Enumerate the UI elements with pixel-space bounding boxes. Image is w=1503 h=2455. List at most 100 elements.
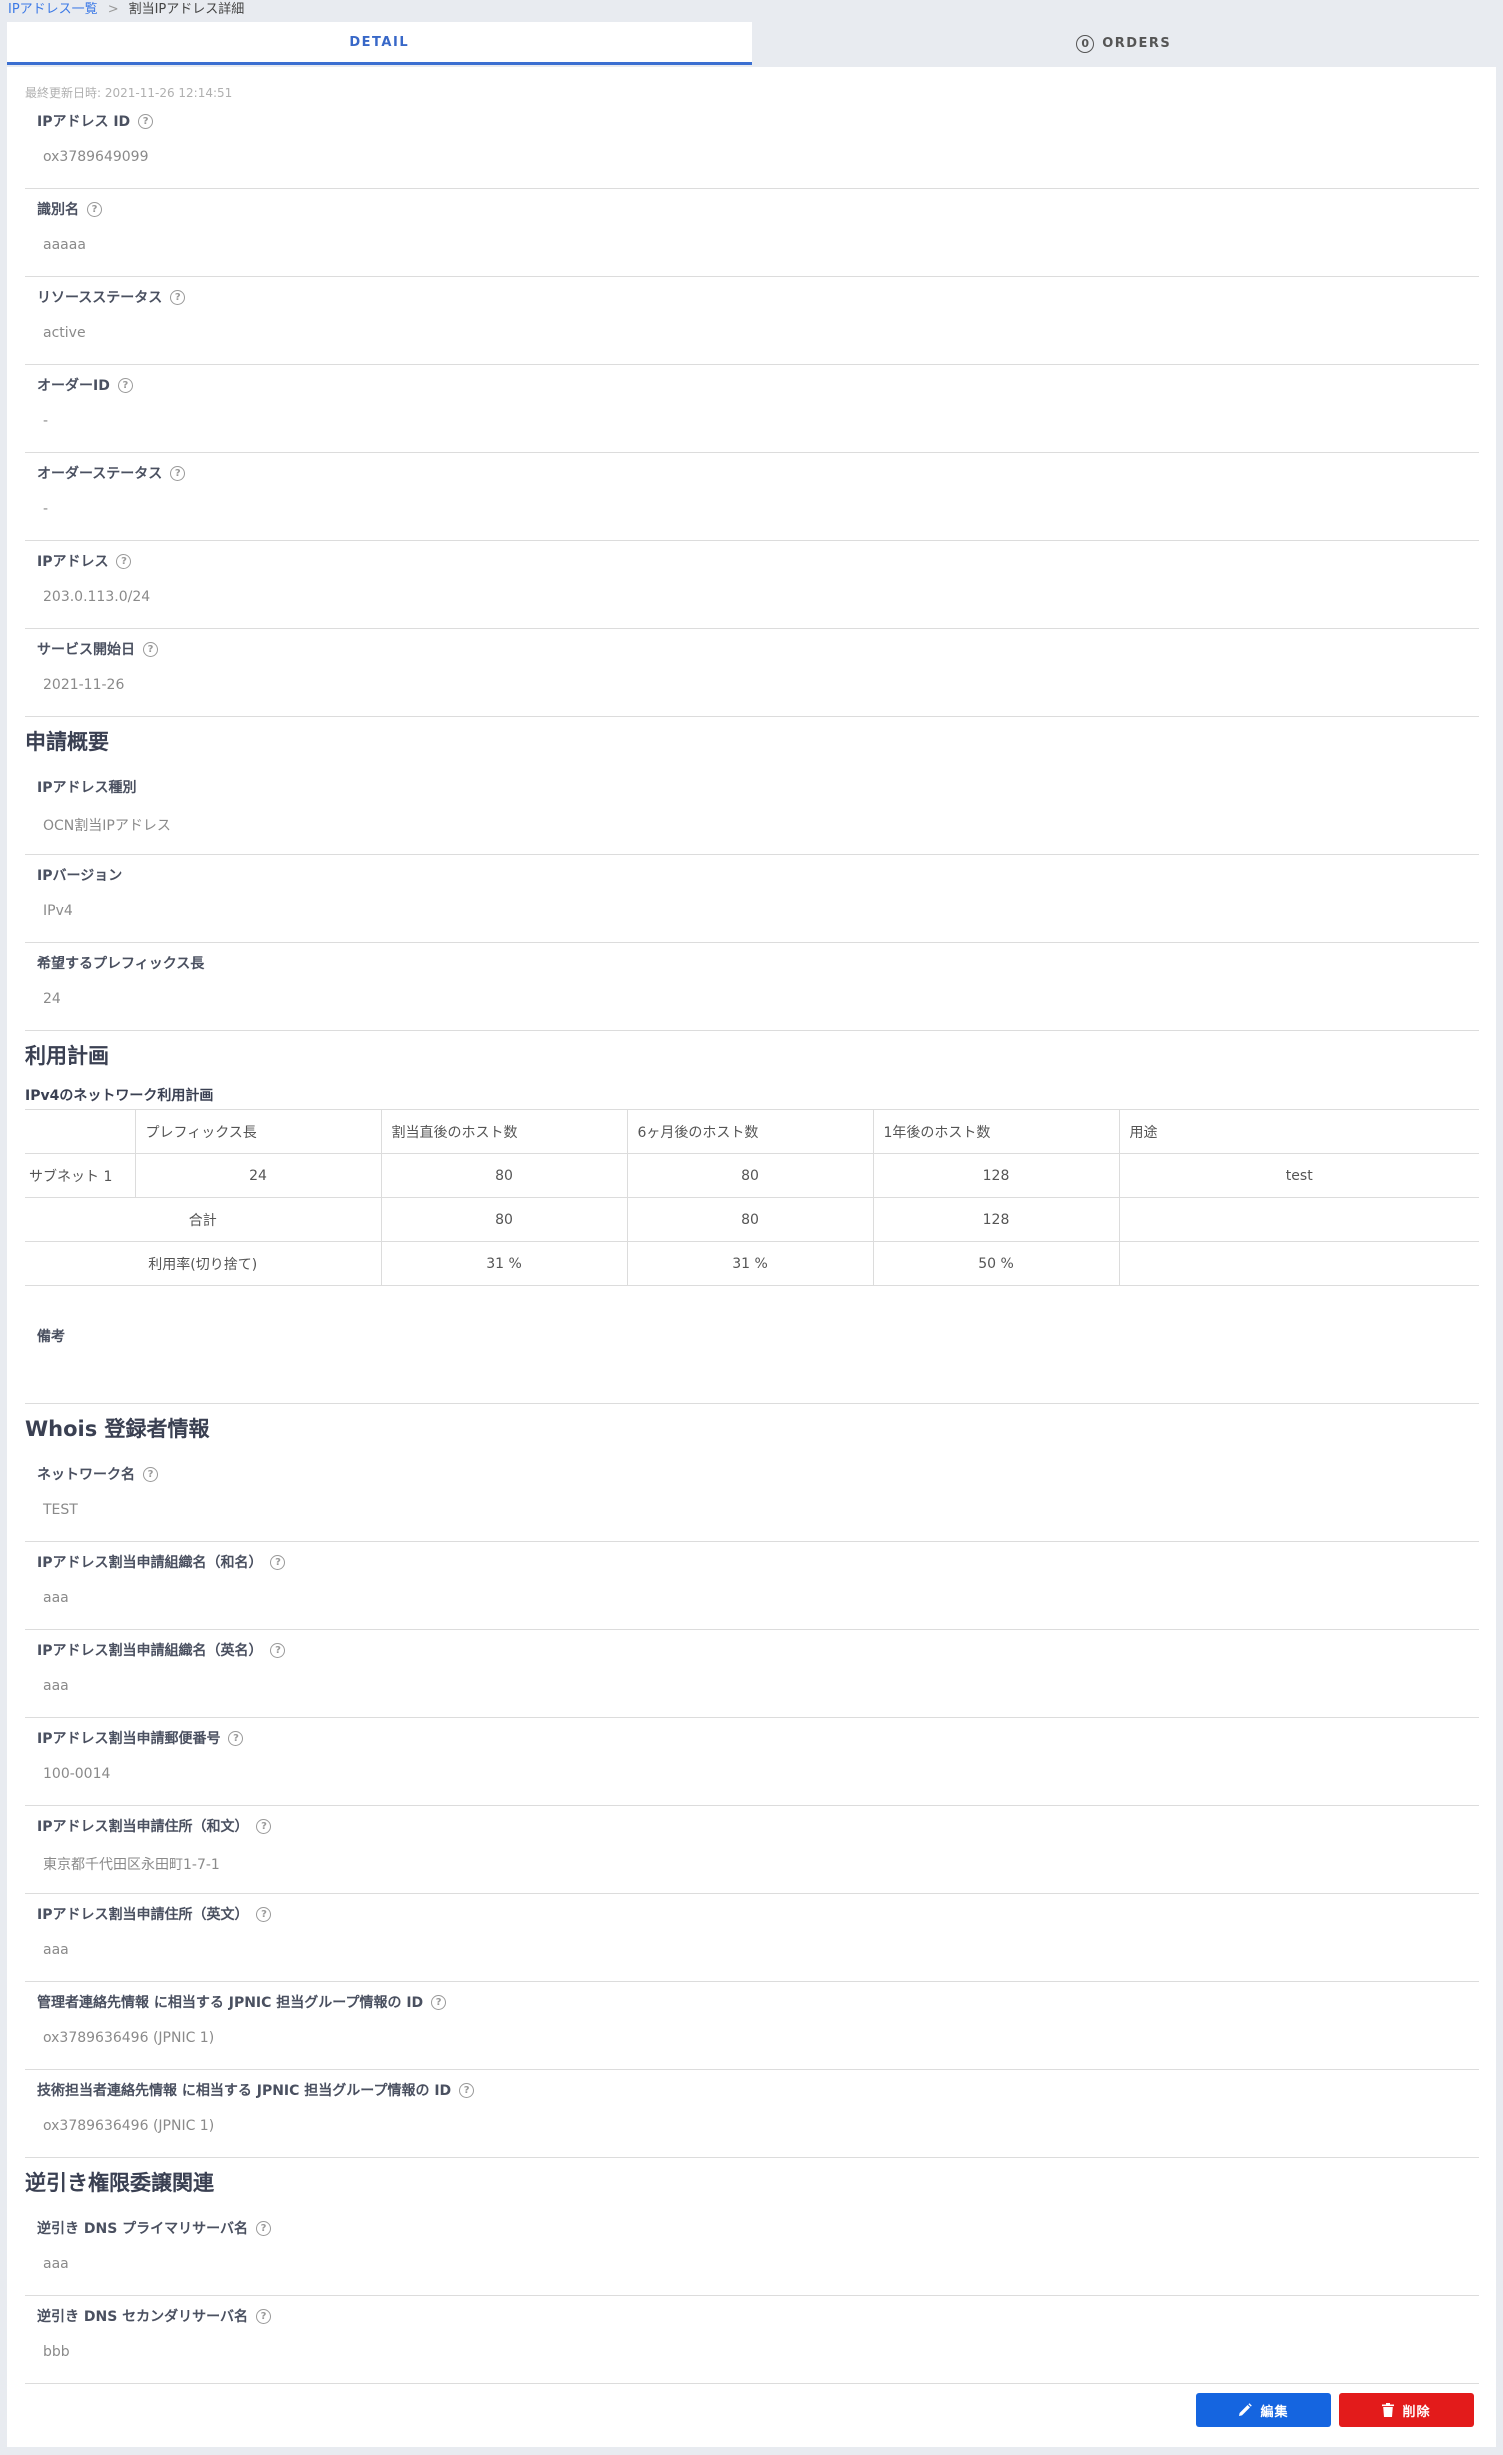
table-cell: 128 (872, 1197, 1119, 1242)
help-icon[interactable]: ? (256, 2220, 272, 2236)
tab-bar: DETAIL 0 ORDERS (7, 22, 1496, 65)
table-cell: 24 (134, 1153, 381, 1198)
help-icon[interactable]: ? (459, 2082, 475, 2098)
table-cell: 80 (380, 1197, 627, 1242)
tab-orders-label: ORDERS (1102, 36, 1172, 51)
field-label: サービス開始日 (37, 642, 135, 658)
field-value: aaa (43, 1678, 69, 1694)
field-label: オーダーステータス (37, 466, 163, 482)
help-icon[interactable]: ? (143, 641, 158, 657)
table-row-subnet: サブネット 1 24 80 80 128 test (25, 1153, 1479, 1198)
breadcrumb-separator: > (107, 2, 119, 17)
field-value: aaaaa (43, 237, 86, 253)
tab-detail-label: DETAIL (349, 34, 410, 50)
network-plan-table: プレフィックス長 割当直後のホスト数 6ヶ月後のホスト数 1年後のホスト数 用途… (25, 1109, 1479, 1286)
field-label: IPアドレス割当申請住所（英文） (37, 1907, 249, 1923)
field-tech-contact-id: 技術担当者連絡先情報 に相当する JPNIC 担当グループ情報の ID? ox3… (25, 2070, 1479, 2158)
trash-icon (1382, 2403, 1395, 2417)
field-value: TEST (43, 1502, 78, 1518)
field-value: - (43, 501, 49, 517)
field-value: 203.0.113.0/24 (43, 589, 151, 605)
field-value: - (43, 413, 49, 429)
table-cell: 80 (626, 1153, 873, 1198)
plan-subtitle: IPv4のネットワーク利用計画 (25, 1088, 214, 1104)
field-ip-address-id: IPアドレス ID? ox3789649099 (25, 101, 1479, 189)
field-value: active (43, 325, 86, 341)
field-ip-version: IPバージョン IPv4 (25, 855, 1479, 943)
help-icon[interactable]: ? (270, 1642, 286, 1658)
table-cell: 50 % (872, 1241, 1119, 1286)
field-label: IPアドレス種別 (37, 780, 137, 796)
field-value: OCN割当IPアドレス (43, 818, 171, 834)
delete-button[interactable]: 削除 (1339, 2393, 1474, 2427)
field-org-name-jp: IPアドレス割当申請組織名（和名）? aaa (25, 1542, 1479, 1630)
section-title-whois: Whois 登録者情報 (25, 1417, 210, 1441)
section-title-plan: 利用計画 (25, 1044, 109, 1068)
help-icon[interactable]: ? (116, 553, 132, 569)
field-label: 技術担当者連絡先情報 に相当する JPNIC 担当グループ情報の ID (37, 2083, 452, 2099)
field-label: IPアドレス割当申請郵便番号 (37, 1731, 221, 1747)
table-row-utilization: 利用率(切り捨て) 31 % 31 % 50 % (25, 1241, 1479, 1286)
field-label: IPアドレス割当申請組織名（英名） (37, 1643, 263, 1659)
section-title-delegation: 逆引き権限委譲関連 (25, 2171, 214, 2195)
field-value: aaa (43, 2256, 69, 2272)
help-icon[interactable]: ? (256, 1906, 272, 1922)
tab-orders[interactable]: 0 ORDERS (751, 22, 1496, 65)
field-address-en: IPアドレス割当申請住所（英文）? aaa (25, 1894, 1479, 1982)
field-value: ox3789636496 (JPNIC 1) (43, 2030, 215, 2046)
field-address-jp: IPアドレス割当申請住所（和文）? 東京都千代田区永田町1-7-1 (25, 1806, 1479, 1894)
field-value: IPv4 (43, 903, 73, 919)
help-icon[interactable]: ? (138, 113, 154, 129)
tab-detail[interactable]: DETAIL (7, 22, 752, 65)
basic-fields: IPアドレス ID? ox3789649099 識別名? aaaaa リソースス… (25, 101, 1479, 717)
field-service-start-date: サービス開始日? 2021-11-26 (25, 629, 1479, 717)
field-org-name-en: IPアドレス割当申請組織名（英名）? aaa (25, 1630, 1479, 1718)
row-label: サブネット 1 (25, 1153, 135, 1198)
detail-content: 最終更新日時: 2021-11-26 12:14:51 IPアドレス ID? o… (25, 67, 1479, 2384)
help-icon[interactable]: ? (256, 1818, 272, 1834)
field-ip-address-type: IPアドレス種別 OCN割当IPアドレス (25, 767, 1479, 855)
edit-button[interactable]: 編集 (1196, 2393, 1331, 2427)
field-label: IPバージョン (37, 868, 123, 884)
field-dns-secondary: 逆引き DNS セカンダリサーバ名? bbb (25, 2296, 1479, 2384)
field-label: 備考 (37, 1329, 65, 1345)
pencil-icon (1239, 2403, 1253, 2416)
row-label: 利用率(切り捨て) (25, 1241, 381, 1286)
table-cell: test (1118, 1153, 1479, 1198)
field-label: ネットワーク名 (37, 1467, 135, 1483)
field-label: 管理者連絡先情報 に相当する JPNIC 担当グループ情報の ID (37, 1995, 424, 2011)
field-admin-contact-id: 管理者連絡先情報 に相当する JPNIC 担当グループ情報の ID? ox378… (25, 1982, 1479, 2070)
table-cell: 31 % (626, 1241, 873, 1286)
last-updated: 最終更新日時: 2021-11-26 12:14:51 (25, 86, 233, 100)
field-value: ox3789636496 (JPNIC 1) (43, 2118, 215, 2134)
field-label: 識別名 (37, 202, 79, 218)
field-value: aaa (43, 1590, 69, 1606)
field-value: aaa (43, 1942, 69, 1958)
field-network-name: ネットワーク名? TEST (25, 1454, 1479, 1542)
delete-button-label: 削除 (1402, 2404, 1431, 2420)
field-identifier-name: 識別名? aaaaa (25, 189, 1479, 277)
field-value: ox3789649099 (43, 149, 149, 165)
field-ip-address: IPアドレス? 203.0.113.0/24 (25, 541, 1479, 629)
field-label: 希望するプレフィックス長 (37, 956, 205, 972)
field-label: 逆引き DNS プライマリサーバ名 (37, 2221, 249, 2237)
field-label: 逆引き DNS セカンダリサーバ名 (37, 2309, 249, 2325)
help-icon[interactable]: ? (228, 1730, 244, 1746)
help-icon[interactable]: ? (170, 289, 186, 305)
help-icon[interactable]: ? (87, 201, 102, 217)
column-header: 割当直後のホスト数 (380, 1109, 627, 1154)
field-label: IPアドレス (37, 554, 109, 570)
help-icon[interactable]: ? (431, 1994, 447, 2010)
breadcrumb: IPアドレス一覧 > 割当IPアドレス詳細 (8, 0, 244, 20)
field-postal-code: IPアドレス割当申請郵便番号? 100-0014 (25, 1718, 1479, 1806)
field-resource-status: リソースステータス? active (25, 277, 1479, 365)
breadcrumb-ip-list-link[interactable]: IPアドレス一覧 (8, 0, 98, 20)
help-icon[interactable]: ? (117, 377, 133, 393)
table-cell: 31 % (380, 1241, 627, 1286)
table-cell: 80 (380, 1153, 627, 1198)
field-label: IPアドレス ID (37, 114, 131, 130)
help-icon[interactable]: ? (143, 1466, 158, 1482)
help-icon[interactable]: ? (270, 1554, 286, 1570)
help-icon[interactable]: ? (256, 2308, 272, 2324)
help-icon[interactable]: ? (170, 465, 186, 481)
